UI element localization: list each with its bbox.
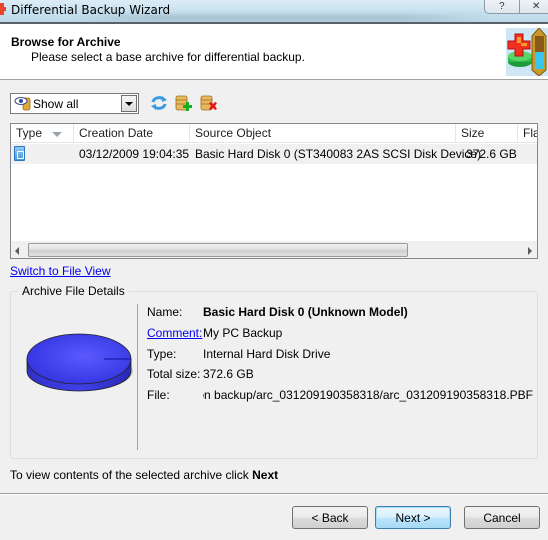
scroll-right-icon[interactable] bbox=[528, 247, 532, 255]
back-button[interactable]: < Back bbox=[292, 506, 368, 529]
total-size-label: Total size: bbox=[147, 367, 201, 381]
column-header-creation-date[interactable]: Creation Date bbox=[74, 124, 190, 143]
details-separator bbox=[137, 304, 138, 450]
next-button[interactable]: Next > bbox=[375, 506, 451, 529]
table-row[interactable]: 03/12/2009 19:04:35 Basic Hard Disk 0 (S… bbox=[11, 144, 537, 164]
size-cell: 372.6 GB bbox=[466, 147, 517, 161]
dropdown-arrow-button[interactable] bbox=[121, 95, 137, 112]
archive-list[interactable]: Type Creation Date Source Object Size Fl… bbox=[10, 123, 538, 259]
disk-usage-pie-icon bbox=[26, 333, 133, 392]
help-icon: ? bbox=[498, 0, 505, 12]
differential-backup-logo-icon bbox=[506, 28, 548, 76]
total-size-value: 372.6 GB bbox=[203, 367, 254, 381]
column-header-type[interactable]: Type bbox=[11, 124, 74, 143]
disk-archive-icon bbox=[14, 146, 25, 161]
horizontal-scrollbar[interactable] bbox=[11, 241, 537, 258]
column-header-flag[interactable]: Flag bbox=[518, 124, 537, 143]
name-label: Name: bbox=[147, 305, 183, 319]
hint-text: To view contents of the selected archive… bbox=[10, 468, 253, 482]
archive-file-details-group: Archive File Details Name: Basic Hard Di… bbox=[10, 284, 538, 459]
column-label: Type bbox=[16, 126, 43, 140]
column-label: Flag bbox=[523, 126, 537, 140]
app-icon bbox=[0, 3, 6, 15]
remove-archive-icon[interactable] bbox=[200, 94, 218, 112]
filter-value: Show all bbox=[33, 97, 79, 111]
hint-bold: Next bbox=[252, 468, 279, 482]
wizard-header: Browse for Archive Please select a base … bbox=[0, 24, 548, 80]
type-value: Internal Hard Disk Drive bbox=[203, 347, 331, 361]
list-header: Type Creation Date Source Object Size Fl… bbox=[11, 124, 537, 143]
help-button[interactable]: ? bbox=[485, 0, 519, 13]
column-header-size[interactable]: Size bbox=[456, 124, 518, 143]
close-icon: ✕ bbox=[532, 0, 541, 12]
close-button[interactable]: ✕ bbox=[518, 0, 548, 13]
page-title: Browse for Archive bbox=[11, 35, 121, 49]
eye-icon bbox=[14, 97, 31, 111]
column-label: Creation Date bbox=[79, 126, 154, 140]
switch-to-file-view-link[interactable]: Switch to File View bbox=[10, 264, 110, 278]
scrollbar-thumb[interactable] bbox=[28, 243, 408, 257]
file-path-value: aragon backup/arc_031209190358318/arc_03… bbox=[203, 388, 533, 402]
add-archive-icon[interactable] bbox=[175, 94, 193, 112]
column-header-source-object[interactable]: Source Object bbox=[190, 124, 456, 143]
refresh-icon[interactable] bbox=[150, 94, 168, 112]
instruction-text: To view contents of the selected archive… bbox=[10, 468, 278, 482]
group-legend: Archive File Details bbox=[18, 284, 129, 298]
footer-separator-highlight bbox=[0, 494, 548, 495]
file-path-text: aragon backup/arc_031209190358318/arc_03… bbox=[203, 388, 533, 402]
file-label: File: bbox=[147, 388, 170, 402]
sort-arrow-icon bbox=[52, 132, 62, 137]
creation-date-cell: 03/12/2009 19:04:35 bbox=[79, 147, 190, 161]
cancel-button[interactable]: Cancel bbox=[464, 506, 540, 529]
page-subtitle: Please select a base archive for differe… bbox=[31, 50, 305, 64]
type-label: Type: bbox=[147, 347, 177, 361]
title-bar: Differential Backup Wizard ? ✕ bbox=[0, 0, 548, 22]
column-label: Size bbox=[461, 126, 485, 140]
filter-dropdown[interactable]: Show all bbox=[10, 93, 139, 114]
scroll-left-icon[interactable] bbox=[15, 247, 19, 255]
column-label: Source Object bbox=[195, 126, 272, 140]
window-title: Differential Backup Wizard bbox=[11, 3, 171, 17]
source-object-cell: Basic Hard Disk 0 (ST340083 2AS SCSI Dis… bbox=[195, 147, 482, 161]
caption-buttons: ? ✕ bbox=[484, 0, 548, 14]
name-value: Basic Hard Disk 0 (Unknown Model) bbox=[203, 305, 408, 319]
comment-value: My PC Backup bbox=[203, 326, 283, 340]
comment-link[interactable]: Comment: bbox=[147, 326, 202, 340]
